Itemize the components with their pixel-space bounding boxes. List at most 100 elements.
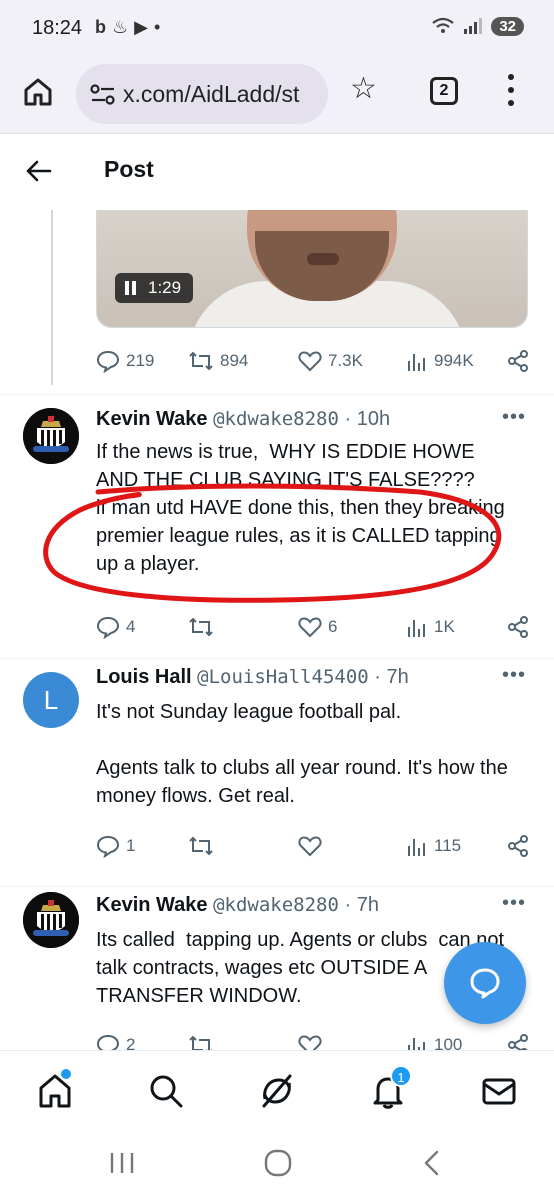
share-icon[interactable]: [506, 1033, 530, 1050]
views-button[interactable]: 115: [406, 835, 506, 857]
like-button[interactable]: 7.3K: [298, 350, 406, 372]
back-arrow-icon[interactable]: [24, 156, 54, 186]
share-icon[interactable]: [506, 349, 530, 373]
status-bar: 18:24 b ♨ ▶ • 32: [0, 0, 554, 58]
reply-time: · 7h: [374, 666, 409, 688]
repost-button[interactable]: [188, 615, 298, 639]
reply-item[interactable]: Kevin Wake @kdwake8280 · 10h ••• If the …: [0, 394, 554, 658]
address-bar[interactable]: x.com/AidLadd/st: [76, 64, 328, 124]
reply-text: It's not Sunday league football pal. Age…: [96, 701, 508, 807]
repost-button[interactable]: 894: [188, 349, 298, 373]
like-button[interactable]: 6: [298, 616, 406, 638]
main-post-actions: 219 894 7.3K 994K: [96, 346, 532, 376]
reply-actions: 2 100: [96, 1030, 532, 1050]
notification-icons: b ♨ ▶ •: [95, 17, 160, 38]
like-button[interactable]: [298, 835, 406, 857]
reply-icon: [96, 1034, 120, 1050]
heart-icon: [298, 836, 322, 857]
reply-item[interactable]: L Louis Hall @LouisHall45400 · 7h ••• It…: [0, 658, 554, 886]
nav-messages[interactable]: [479, 1071, 519, 1111]
system-home-icon[interactable]: [263, 1149, 293, 1177]
share-icon[interactable]: [506, 834, 530, 858]
repost-button[interactable]: [188, 1033, 298, 1050]
views-button[interactable]: 994K: [406, 350, 506, 372]
author-name[interactable]: Louis Hall: [96, 666, 192, 688]
post-header: Post: [0, 134, 554, 210]
nav-home[interactable]: [35, 1069, 75, 1111]
views-button[interactable]: 100: [406, 1034, 506, 1050]
repost-icon: [189, 351, 213, 371]
repost-icon: [189, 836, 213, 856]
system-icons: 32: [431, 16, 524, 36]
browser-home-button[interactable]: [22, 76, 54, 108]
reply-author: Kevin Wake @kdwake8280 · 10h: [96, 408, 390, 431]
system-navigation-bar: [0, 1130, 554, 1200]
reply-feed: 1:29 219 894 7.3K 994K Kevin Wake @kdwak…: [0, 210, 554, 1050]
mail-icon: [482, 1078, 516, 1105]
reply-icon: [96, 350, 120, 373]
grok-icon: [262, 1074, 292, 1108]
heart-icon: [298, 1035, 322, 1050]
system-back-icon[interactable]: [420, 1149, 444, 1177]
bookmark-star-icon[interactable]: ☆: [350, 74, 377, 104]
reply-icon: [96, 616, 120, 639]
author-handle[interactable]: @kdwake8280: [213, 894, 339, 916]
thread-line: [51, 210, 53, 385]
browser-toolbar: x.com/AidLadd/st ☆ 2: [0, 58, 554, 134]
repost-button[interactable]: [188, 834, 298, 858]
share-icon[interactable]: [506, 615, 530, 639]
tab-switcher-button[interactable]: 2: [430, 77, 458, 105]
nav-notifications[interactable]: 1: [368, 1065, 412, 1111]
heart-icon: [298, 617, 322, 638]
unread-dot: [61, 1069, 71, 1079]
views-chart-icon: [408, 620, 425, 637]
reply-author: Kevin Wake @kdwake8280 · 7h: [96, 894, 379, 917]
site-settings-icon[interactable]: [90, 84, 116, 106]
more-options-icon[interactable]: •••: [502, 664, 526, 687]
reply-button[interactable]: 2: [96, 1033, 188, 1050]
avatar[interactable]: L: [23, 672, 79, 728]
author-handle[interactable]: @kdwake8280: [213, 408, 339, 430]
compose-reply-button[interactable]: [444, 942, 526, 1024]
dot-icon: •: [153, 17, 161, 37]
author-name[interactable]: Kevin Wake: [96, 408, 208, 430]
repost-icon: [189, 1035, 212, 1050]
views-chart-icon: [408, 839, 425, 856]
nav-search[interactable]: [146, 1071, 186, 1111]
url-text[interactable]: x.com/AidLadd/st: [123, 81, 323, 108]
reply-button[interactable]: 219: [96, 349, 188, 373]
battery-indicator: 32: [491, 16, 524, 36]
heart-icon: [298, 351, 322, 372]
nav-grok[interactable]: [257, 1071, 297, 1111]
video-control[interactable]: 1:29: [115, 273, 194, 303]
avatar[interactable]: [23, 892, 79, 948]
more-options-icon[interactable]: •••: [502, 406, 526, 429]
reply-button[interactable]: 1: [96, 834, 188, 858]
wifi-icon: [432, 17, 454, 33]
reply-actions: 1 115: [96, 831, 532, 861]
views-button[interactable]: 1K: [406, 616, 506, 638]
page-title: Post: [104, 156, 154, 182]
author-name[interactable]: Kevin Wake: [96, 894, 208, 916]
reply-time: · 10h: [344, 408, 391, 430]
avatar[interactable]: [23, 408, 79, 464]
like-button[interactable]: [298, 1034, 406, 1050]
reply-button[interactable]: 4: [96, 615, 188, 639]
newcastle-crest-icon: [23, 408, 79, 464]
video-duration: 1:29: [148, 278, 182, 297]
signal-icon: [464, 18, 483, 34]
status-time: 18:24: [32, 17, 83, 39]
notification-badge: 1: [390, 1065, 412, 1087]
video-frame-mouth: [307, 253, 339, 265]
more-options-icon[interactable]: •••: [502, 892, 526, 915]
red-scribble-annotation: [43, 483, 502, 603]
browser-menu-button[interactable]: [507, 74, 515, 106]
recent-apps-icon[interactable]: [108, 1150, 136, 1176]
youtube-icon: ▶: [134, 17, 148, 37]
pause-icon[interactable]: [125, 281, 136, 295]
author-handle[interactable]: @LouisHall45400: [197, 666, 369, 688]
newcastle-crest-icon: [23, 892, 79, 948]
video-player[interactable]: 1:29: [96, 210, 528, 328]
bing-icon: b: [95, 17, 106, 37]
repost-icon: [189, 617, 213, 637]
